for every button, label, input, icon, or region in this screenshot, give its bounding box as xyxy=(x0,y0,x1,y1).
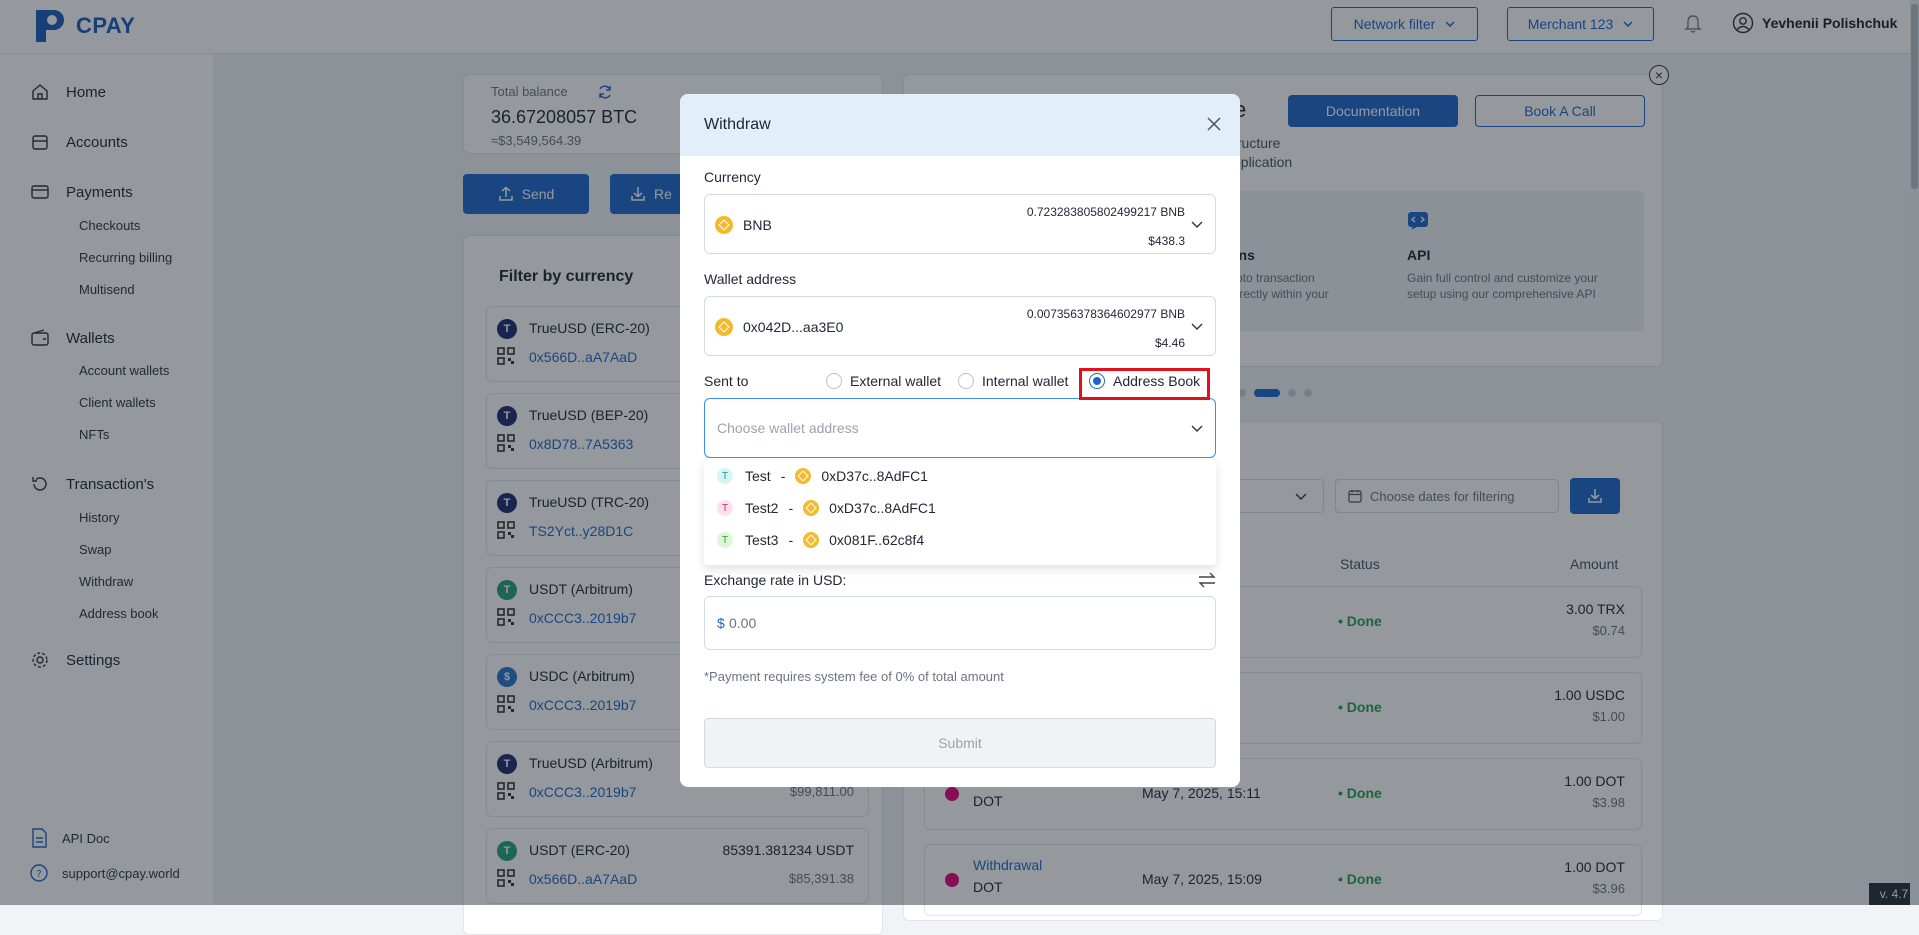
usd-amount-input[interactable]: $ 0.00 xyxy=(704,596,1216,650)
swap-arrows-icon[interactable] xyxy=(1197,571,1217,589)
address-book-dropdown: T Test -0xD37c..8AdFC1 T Test2-0xD37c..8AdFC… xyxy=(704,460,1216,565)
modal-header: Withdraw xyxy=(680,94,1240,156)
contact-avatar: T xyxy=(717,468,733,484)
wallet-address-select[interactable]: 0x042D...aa3E0 0.007356378364602977 BNB … xyxy=(704,296,1216,356)
radio-internal-wallet[interactable]: Internal wallet xyxy=(958,373,1068,389)
choose-wallet-select[interactable]: Choose wallet address xyxy=(704,398,1216,458)
separator: - xyxy=(780,468,786,484)
currency-balance-usd: $438.3 xyxy=(1148,234,1185,248)
radio-label: External wallet xyxy=(850,373,942,389)
address-book-option[interactable]: T Test2- 0xD37c..8AdFC1 xyxy=(704,492,1216,524)
usd-amount-value: 0.00 xyxy=(729,615,757,631)
wallet-address-value: 0x042D...aa3E0 xyxy=(743,319,844,335)
sent-to-label: Sent to xyxy=(704,373,749,389)
address-book-option[interactable]: T Test - 0xD37c..8AdFC1 xyxy=(704,460,1216,492)
contact-name: Test xyxy=(745,468,771,484)
bnb-coin-icon xyxy=(795,468,812,484)
wallet-balance: 0.007356378364602977 BNB xyxy=(1026,307,1185,321)
contact-name: Test3 xyxy=(745,532,779,548)
chevron-down-icon xyxy=(1191,323,1203,330)
chevron-down-icon xyxy=(1191,221,1203,228)
separator: - xyxy=(788,500,794,516)
radio-label: Internal wallet xyxy=(982,373,1069,389)
submit-button[interactable]: Submit xyxy=(704,718,1216,768)
radio-circle[interactable] xyxy=(958,373,974,389)
contact-avatar: T xyxy=(717,532,733,548)
modal-title: Withdraw xyxy=(704,116,771,133)
contact-address: 0xD37c..8AdFC1 xyxy=(829,500,936,516)
radio-external-wallet[interactable]: External wallet xyxy=(826,373,941,389)
contact-address: 0xD37c..8AdFC1 xyxy=(821,468,928,484)
wallet-balance-usd: $4.46 xyxy=(1154,336,1185,350)
bnb-coin-icon xyxy=(715,216,733,234)
radio-circle[interactable] xyxy=(826,373,842,389)
highlight-frame xyxy=(1079,368,1210,400)
contact-avatar: T xyxy=(717,500,733,516)
wallet-address-label: Wallet address xyxy=(704,271,797,287)
choose-wallet-placeholder: Choose wallet address xyxy=(717,420,859,436)
currency-label: Currency xyxy=(704,169,761,185)
separator: - xyxy=(788,532,794,548)
usd-symbol: $ xyxy=(717,615,725,631)
bnb-coin-icon xyxy=(803,532,820,548)
withdraw-modal: Withdraw Currency BNB 0.7232838058024992… xyxy=(680,94,1240,787)
close-icon[interactable] xyxy=(1204,114,1224,134)
address-book-option[interactable]: T Test3- 0x081F..62c8f4 xyxy=(704,524,1216,556)
bnb-coin-icon xyxy=(803,500,820,516)
contact-name: Test2 xyxy=(745,500,779,516)
currency-select[interactable]: BNB 0.723283805802499217 BNB $438.3 xyxy=(704,194,1216,254)
currency-balance: 0.723283805802499217 BNB xyxy=(1026,205,1185,219)
chevron-down-icon xyxy=(1191,425,1203,432)
bnb-coin-icon xyxy=(715,318,733,336)
currency-name: BNB xyxy=(743,217,772,233)
exchange-rate-label: Exchange rate in USD: xyxy=(704,572,847,588)
contact-address: 0x081F..62c8f4 xyxy=(829,532,925,548)
fee-note: *Payment requires system fee of 0% of to… xyxy=(704,669,1004,684)
